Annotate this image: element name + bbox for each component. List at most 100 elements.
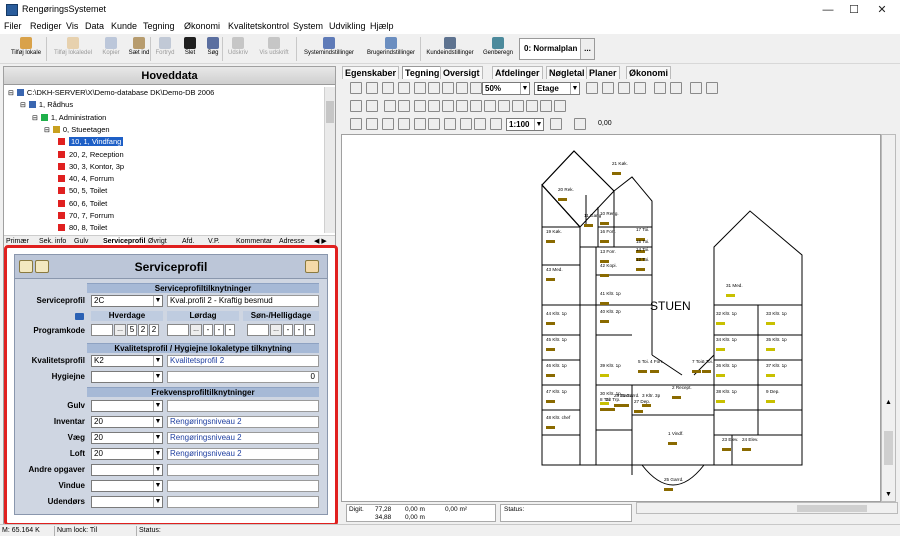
frekvens-select-udendors[interactable]: ▼ xyxy=(91,496,163,508)
back-icon[interactable] xyxy=(456,100,468,112)
saet-ind-button[interactable]: Sæt ind xyxy=(125,36,153,62)
pointer-icon[interactable] xyxy=(350,100,362,112)
tree-scrollbar[interactable] xyxy=(324,87,335,233)
minimize-button[interactable]: — xyxy=(814,2,842,18)
chevron-down-icon[interactable]: ▼ xyxy=(153,372,162,382)
tree-item[interactable]: ⊟ 0, Stueetagen xyxy=(44,124,110,136)
zoom-out-icon[interactable] xyxy=(442,82,454,94)
chevron-down-icon[interactable]: ▼ xyxy=(153,356,162,366)
select-icon[interactable] xyxy=(382,82,394,94)
chevron-down-icon[interactable]: ▼ xyxy=(534,119,543,130)
tree-item[interactable]: 30, 3, Kontor, 3p xyxy=(56,161,124,173)
layer-icon[interactable] xyxy=(586,82,598,94)
menu-system[interactable]: System xyxy=(293,21,323,31)
chevron-down-icon[interactable]: ▼ xyxy=(153,433,162,443)
delete-shape-icon[interactable] xyxy=(414,118,426,130)
tree-item[interactable]: 40, 4, Forrum xyxy=(56,173,114,185)
snap-icon[interactable] xyxy=(602,82,614,94)
hverdage-day-3[interactable]: 2 xyxy=(149,324,159,336)
chevron-down-icon[interactable]: ▼ xyxy=(153,465,162,475)
udskriv-button[interactable]: Udskriv xyxy=(226,36,250,62)
print-icon[interactable] xyxy=(690,82,702,94)
flag-icon[interactable] xyxy=(460,118,472,130)
zoom-select[interactable]: 50% ▼ xyxy=(482,82,530,95)
hverdage-day-1[interactable]: 5 xyxy=(127,324,137,336)
tree-item[interactable]: 80, 8, Toilet xyxy=(56,222,107,233)
sondag-day-2[interactable]: - xyxy=(294,324,304,336)
export-icon[interactable] xyxy=(706,82,718,94)
genberegn-button[interactable]: Genberegn xyxy=(478,36,518,62)
frekvens-select-vindue[interactable]: ▼ xyxy=(91,480,163,492)
tree-item[interactable]: 50, 5, Toilet xyxy=(56,185,107,197)
select-all-icon[interactable] xyxy=(350,118,362,130)
text-icon[interactable] xyxy=(512,100,524,112)
plan-more-button[interactable]: ... xyxy=(580,39,594,59)
expand-icon[interactable]: ⊟ xyxy=(32,115,38,122)
chevron-down-icon[interactable]: ▼ xyxy=(520,83,529,94)
zoom-window-icon[interactable] xyxy=(456,82,468,94)
canvas-vscroll-thumb[interactable] xyxy=(884,431,893,465)
room-icon[interactable] xyxy=(634,82,646,94)
kvalitetsprofil-select[interactable]: K2 ▼ xyxy=(91,355,163,367)
frekvens-select-andre-opgaver[interactable]: ▼ xyxy=(91,464,163,476)
menu-okonomi[interactable]: Økonomi xyxy=(184,21,220,31)
fortryd-button[interactable]: Fortryd xyxy=(154,36,176,62)
systemindstillinger-button[interactable]: Systemindstillinger xyxy=(300,36,358,62)
scale-select[interactable]: 1:100 ▼ xyxy=(506,118,544,131)
chevron-down-icon[interactable]: ▼ xyxy=(153,296,162,306)
menu-hjaelp[interactable]: Hjælp xyxy=(370,21,394,31)
pencil-icon[interactable] xyxy=(366,82,378,94)
tab-okonomi[interactable]: Økonomi xyxy=(626,66,672,79)
kundeindstillinger-button[interactable]: Kundeindstillinger xyxy=(425,36,475,62)
menu-kvalitetskontrol[interactable]: Kvalitetskontrol xyxy=(228,21,289,31)
measure-icon[interactable] xyxy=(498,100,510,112)
expand-icon[interactable]: ⊟ xyxy=(44,127,50,134)
kopier-button[interactable]: Kopier xyxy=(100,36,122,62)
line-width-icon[interactable] xyxy=(574,118,586,130)
tab-oversigt[interactable]: Oversigt xyxy=(440,66,483,79)
rotate-icon[interactable] xyxy=(366,100,378,112)
menu-data[interactable]: Data xyxy=(85,21,104,31)
sondag-day-3[interactable]: - xyxy=(305,324,315,336)
edit-shape-icon[interactable] xyxy=(398,82,410,94)
serviceprofil-select[interactable]: 2C ▼ xyxy=(91,295,163,307)
menu-filer[interactable]: Filer xyxy=(4,21,22,31)
plan-selector[interactable]: 0: Normalplan... xyxy=(519,38,595,60)
chevron-down-icon[interactable]: ▼ xyxy=(153,497,162,507)
zoom-fit-icon[interactable] xyxy=(470,82,482,94)
distribute-icon[interactable] xyxy=(398,100,410,112)
tree-item[interactable]: 60, 6, Toilet xyxy=(56,198,107,210)
level-select[interactable]: Etage ▼ xyxy=(534,82,580,95)
tab-planer[interactable]: Planer xyxy=(586,66,620,79)
vis-udskrift-button[interactable]: Vis udskrift xyxy=(255,36,293,62)
lordag-browse-button[interactable]: ... xyxy=(190,324,202,336)
drawing-canvas[interactable]: STUEN 21 Køk. 20 Rek. 11 Gang 10 Reng. 17 To… xyxy=(341,134,881,502)
tree-item[interactable]: 20, 2, Reception xyxy=(56,149,124,161)
sog-button[interactable]: Søg xyxy=(203,36,223,62)
lordag-day-1[interactable]: - xyxy=(203,324,213,336)
draw-icon[interactable] xyxy=(414,82,426,94)
ungroup-icon[interactable] xyxy=(428,100,440,112)
tree-item[interactable]: 70, 7, Forrum xyxy=(56,210,114,222)
expand-arrow-icon[interactable] xyxy=(75,313,84,320)
expand-icon[interactable]: ⊟ xyxy=(20,102,26,109)
list-icon[interactable] xyxy=(474,118,486,130)
zoom-in-icon[interactable] xyxy=(428,82,440,94)
frekvens-select-gulv[interactable]: ▼ xyxy=(91,400,163,412)
menu-tegning[interactable]: Tegning xyxy=(143,21,175,31)
copy-icon[interactable] xyxy=(428,118,440,130)
hverdage-day-2[interactable]: 2 xyxy=(138,324,148,336)
scroll-down-icon[interactable]: ▼ xyxy=(882,489,895,501)
slet-button[interactable]: Slet xyxy=(180,36,200,62)
menu-kunde[interactable]: Kunde xyxy=(111,21,137,31)
sondag-day-1[interactable]: - xyxy=(283,324,293,336)
tab-nogletal[interactable]: Nøgletal xyxy=(546,66,588,79)
front-icon[interactable] xyxy=(442,100,454,112)
group-icon[interactable] xyxy=(414,100,426,112)
expand-icon[interactable]: ⊟ xyxy=(8,90,14,97)
line-style-icon[interactable] xyxy=(550,118,562,130)
tree-item[interactable]: ⊟ 1, Administration xyxy=(32,112,106,124)
chevron-down-icon[interactable]: ▼ xyxy=(153,401,162,411)
copy-shape-icon[interactable] xyxy=(618,82,630,94)
canvas-hscroll-thumb[interactable] xyxy=(797,505,867,512)
